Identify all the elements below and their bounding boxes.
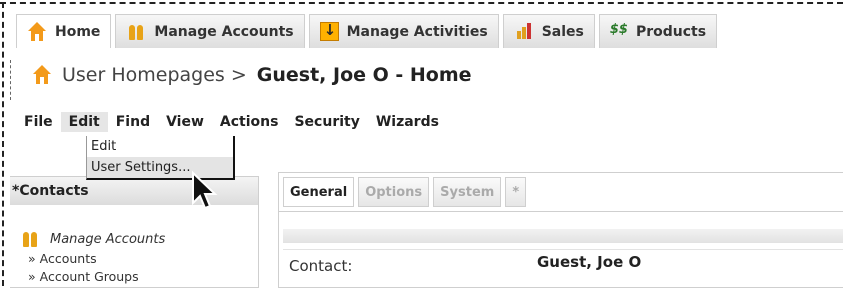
tab-label: Manage Activities: [346, 23, 488, 40]
breadcrumb-prefix[interactable]: User Homepages >: [62, 64, 247, 86]
home-icon: [32, 65, 52, 85]
tab-label: Sales: [541, 23, 584, 40]
tab-more[interactable]: *: [505, 177, 527, 207]
tab-manage-accounts[interactable]: Manage Accounts: [115, 14, 305, 48]
menu-find[interactable]: Find: [108, 112, 158, 132]
products-icon: $$: [609, 21, 628, 37]
menu-view[interactable]: View: [158, 112, 212, 132]
tab-label: Manage Accounts: [154, 23, 294, 40]
tab-products[interactable]: $$ Products: [598, 14, 718, 48]
selection-border-top: [0, 2, 843, 4]
menu-wizards[interactable]: Wizards: [368, 112, 447, 132]
tab-general[interactable]: General: [283, 177, 355, 207]
link-accounts[interactable]: » Accounts: [28, 251, 97, 266]
record-tabs: General Options System *: [283, 177, 527, 207]
menu-actions[interactable]: Actions: [212, 112, 287, 132]
tab-manage-activities[interactable]: Manage Activities: [308, 14, 499, 48]
page-title: Guest, Joe O - Home: [256, 64, 472, 86]
tab-label: Home: [55, 23, 101, 40]
selection-border-inner: [10, 60, 21, 100]
section-band: [283, 229, 843, 243]
home-icon: [27, 21, 47, 42]
module-tabs: Home Manage Accounts Manage Activities S…: [16, 14, 721, 50]
breadcrumb: User Homepages > Guest, Joe O - Home: [32, 64, 472, 86]
record-panel: General Options System * Contact: Guest,…: [278, 172, 843, 288]
panel-header: *Contacts: [10, 177, 258, 205]
contact-value: Guest, Joe O: [537, 253, 642, 271]
section-label: Manage Accounts: [50, 231, 166, 247]
tab-system[interactable]: System: [433, 177, 502, 207]
menu-item-edit[interactable]: Edit: [87, 136, 233, 157]
contact-label: Contact:: [289, 257, 353, 275]
tab-home[interactable]: Home: [16, 14, 112, 48]
tab-options[interactable]: Options: [358, 177, 430, 207]
menu-security[interactable]: Security: [286, 112, 367, 132]
contacts-panel: *Contacts Manage Accounts » Accounts » A…: [10, 176, 259, 288]
people-icon: [20, 229, 40, 249]
people-icon: [126, 22, 146, 42]
divider: [283, 249, 843, 250]
menu-file[interactable]: File: [16, 112, 61, 132]
activities-icon: [319, 21, 339, 41]
tab-label: Products: [635, 23, 707, 40]
manage-accounts-section[interactable]: Manage Accounts: [20, 229, 165, 249]
mouse-pointer-icon: [192, 170, 218, 210]
sales-icon: [514, 22, 534, 42]
link-account-groups[interactable]: » Account Groups: [28, 269, 139, 284]
menu-edit[interactable]: Edit: [60, 112, 108, 132]
tab-sales[interactable]: Sales: [502, 14, 595, 48]
divider: [279, 211, 843, 212]
menu-bar: File Edit Find View Actions Security Wiz…: [16, 112, 447, 132]
selection-border-left: [2, 2, 4, 286]
